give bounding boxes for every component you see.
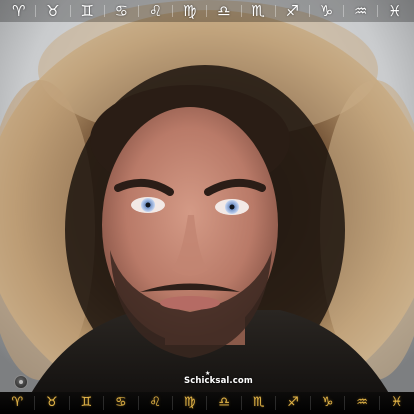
gold-separator (378, 396, 380, 410)
gold-separator (344, 396, 346, 410)
zodiac-separator (137, 5, 139, 17)
leo-gold-icon[interactable]: ♌︎ (145, 393, 165, 413)
scorpio-icon[interactable]: ♏︎ (245, 0, 271, 22)
leo-icon[interactable]: ♌︎ (143, 0, 169, 22)
taurus-icon[interactable]: ♉︎ (40, 0, 66, 22)
zodiac-nav-bottom: ♈︎ ♉︎ ♊︎ ♋︎ ♌︎ ♍︎ ♎︎ ♏︎ ♐︎ ♑︎ ♒︎ ♓︎ (0, 392, 414, 414)
gold-separator (34, 396, 36, 410)
scorpio-gold-icon[interactable]: ♏︎ (249, 393, 269, 413)
gold-separator (275, 396, 277, 410)
pisces-gold-icon[interactable]: ♓︎ (387, 393, 407, 413)
aries-icon[interactable]: ♈︎ (6, 0, 32, 22)
virgo-gold-icon[interactable]: ♍︎ (180, 393, 200, 413)
cancer-icon[interactable]: ♋︎ (108, 0, 134, 22)
zodiac-separator (103, 5, 105, 17)
zodiac-separator (274, 5, 276, 17)
gold-separator (206, 396, 208, 410)
zodiac-separator (206, 5, 208, 17)
zodiac-separator (308, 5, 310, 17)
gold-separator (137, 396, 139, 410)
gemini-icon[interactable]: ♊︎ (74, 0, 100, 22)
zodiac-separator (377, 5, 379, 17)
libra-icon[interactable]: ♎︎ (211, 0, 237, 22)
zodiac-separator (35, 5, 37, 17)
gemini-gold-icon[interactable]: ♊︎ (76, 393, 96, 413)
brand-logo-text[interactable]: Schicksal.com (184, 376, 253, 386)
gold-separator (103, 396, 105, 410)
libra-gold-icon[interactable]: ♎︎ (214, 393, 234, 413)
gold-separator (171, 396, 173, 410)
capricorn-icon[interactable]: ♑︎ (313, 0, 339, 22)
zodiac-separator (343, 5, 345, 17)
aquarius-gold-icon[interactable]: ♒︎ (352, 393, 372, 413)
gold-separator (309, 396, 311, 410)
pisces-icon[interactable]: ♓︎ (382, 0, 408, 22)
gold-separator (68, 396, 70, 410)
zodiac-separator (240, 5, 242, 17)
portrait-photo (0, 0, 414, 414)
menu-round-button[interactable] (14, 375, 28, 389)
taurus-gold-icon[interactable]: ♉︎ (42, 393, 62, 413)
app-stage: ♈︎ ♉︎ ♊︎ ♋︎ ♌︎ ♍︎ ♎︎ ♏︎ ♐︎ ♑︎ ♒︎ ♓︎ ★ Schicksal.com… (0, 0, 414, 414)
cancer-gold-icon[interactable]: ♋︎ (111, 393, 131, 413)
zodiac-separator (172, 5, 174, 17)
sagittarius-gold-icon[interactable]: ♐︎ (283, 393, 303, 413)
aries-gold-icon[interactable]: ♈︎ (7, 393, 27, 413)
capricorn-gold-icon[interactable]: ♑︎ (318, 393, 338, 413)
zodiac-separator (69, 5, 71, 17)
gold-separator (240, 396, 242, 410)
virgo-icon[interactable]: ♍︎ (177, 0, 203, 22)
zodiac-nav-top: ♈︎ ♉︎ ♊︎ ♋︎ ♌︎ ♍︎ ♎︎ ♏︎ ♐︎ ♑︎ ♒︎ ♓︎ (0, 0, 414, 22)
sagittarius-icon[interactable]: ♐︎ (279, 0, 305, 22)
aquarius-icon[interactable]: ♒︎ (348, 0, 374, 22)
